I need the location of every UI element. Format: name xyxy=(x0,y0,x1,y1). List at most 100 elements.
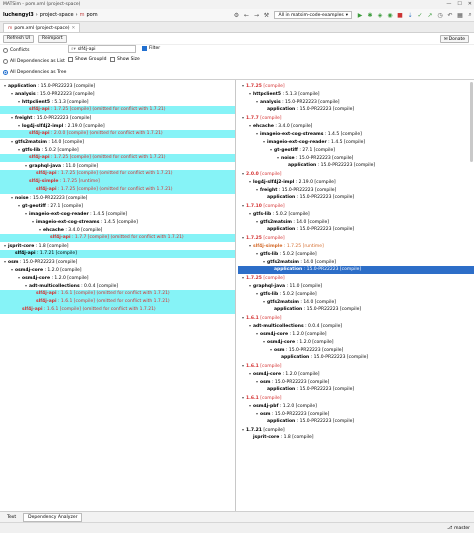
tree-row[interactable]: ▾ slf4j-simple : 1.7.25 [runtime] xyxy=(238,242,474,250)
tree-row[interactable]: application : 15.0-PR22223 [compile] xyxy=(238,162,474,170)
tree-row[interactable]: ▾ osm : 15.0-PR22223 [compile] xyxy=(238,410,474,418)
reimport-button[interactable]: Reimport xyxy=(38,34,67,43)
tree-row[interactable]: slf4j-api : 1.7.25 [compile] (omitted fo… xyxy=(0,154,235,162)
tree-row[interactable]: ▾ osm : 15.0-PR22223 [compile] xyxy=(0,258,235,266)
tree-row[interactable]: ▾ osm4j-core : 1.2.0 [compile] xyxy=(238,338,474,346)
tree-row[interactable]: ▾ application : 15.0-PR22223 [compile] xyxy=(0,82,235,90)
filter-checkbox[interactable] xyxy=(142,46,147,51)
tree-row[interactable]: ▾ gtfs-lib : 5.0.2 [compile] xyxy=(238,210,474,218)
tree-row[interactable]: ▾ graphql-java : 11.0 [compile] xyxy=(238,282,474,290)
tree-row[interactable]: ▾ osm : 15.0-PR22223 [compile] xyxy=(238,346,474,354)
tree-row[interactable]: application : 15.0-PR22223 [compile] xyxy=(238,226,474,234)
tree-row[interactable]: ▾ gtfs-lib : 5.0.2 [compile] xyxy=(238,250,474,258)
vcs-commit-icon[interactable]: ✓ xyxy=(416,11,424,19)
profile-icon[interactable]: ◉ xyxy=(386,11,394,19)
tree-row[interactable]: ▾ osm4j-core : 1.2.0 [compile] xyxy=(238,330,474,338)
tree-row[interactable]: ▾ 1.6.1 [compile] xyxy=(238,394,474,402)
tab-pom-xml[interactable]: m pom.xml (project-space) ✕ xyxy=(3,23,81,32)
tree-row[interactable]: ▾ 1.6.1 [compile] xyxy=(238,362,474,370)
tree-row[interactable]: ▾ osm : 15.0-PR22223 [compile] xyxy=(238,378,474,386)
usage-tree-pane[interactable]: ▾ 1.7.25 [compile] ▾ httpclient5 : 5.1.3 [c… xyxy=(238,80,474,512)
tree-row[interactable]: ▾ osm4j-core : 1.2.0 [compile] xyxy=(238,370,474,378)
tree-row[interactable]: ▾ gtfs2matsim : 14.0 [compile] xyxy=(238,218,474,226)
tree-row[interactable]: slf4j-api : 1.7.7 [compile] (omitted for… xyxy=(0,234,235,242)
dependency-tree-pane[interactable]: ▾ application : 15.0-PR22223 [compile] ▾ an… xyxy=(0,80,236,512)
tree-row[interactable]: application : 15.0-PR22223 [compile] xyxy=(238,354,474,362)
breadcrumb-project[interactable]: luchengyl3 xyxy=(3,12,34,18)
tree-row[interactable]: ▾ ehcache : 3.4.0 [compile] xyxy=(0,226,235,234)
tree-row[interactable]: ▾ jsprit-core : 1.8 [compile] xyxy=(0,242,235,250)
tree-row[interactable]: ▾ imageio-ext-cog-reader : 1.4.5 [compile… xyxy=(238,138,474,146)
tree-row[interactable]: ▾ 1.7.21 [compile] xyxy=(238,426,474,434)
tree-row[interactable]: ▾ osm4j-core : 1.2.0 [compile] xyxy=(0,274,235,282)
tree-row[interactable]: ▾ log4j-slf4j2-impl : 2.19.0 [compile] xyxy=(238,178,474,186)
tree-row[interactable]: ▾ 1.7.25 [compile] xyxy=(238,274,474,282)
tree-row[interactable]: ▾ 1.6.1 [compile] xyxy=(238,314,474,322)
show-size-checkbox[interactable] xyxy=(110,57,115,62)
tree-row[interactable]: ▾ httpclient5 : 5.1.3 [compile] xyxy=(238,90,474,98)
stop-icon[interactable]: ■ xyxy=(396,11,404,19)
tree-row[interactable]: application : 15.0-PR22223 [compile] xyxy=(238,266,474,274)
tree-row[interactable]: ▾ freight : 15.0-PR22223 [compile] xyxy=(238,186,474,194)
tree-row[interactable]: ▾ 1.7.7 [compile] xyxy=(238,114,474,122)
vcs-update-icon[interactable]: ⇣ xyxy=(406,11,414,19)
tree-row[interactable]: slf4j-api : 1.7.21 [compile] xyxy=(0,250,235,258)
breadcrumb-project-space[interactable]: project-space xyxy=(40,12,74,18)
tree-row[interactable]: ▾ adt-multicollections : 0.0.4 [compile] xyxy=(238,322,474,330)
debug-icon[interactable]: ✱ xyxy=(366,11,374,19)
tree-row[interactable]: ▾ gtfs-lib : 5.0.2 [compile] xyxy=(0,146,235,154)
tab-dependency-analyzer[interactable]: Dependency Analyzer xyxy=(23,512,83,522)
settings-icon[interactable]: ⚙ xyxy=(232,11,240,19)
hammer-icon[interactable]: ⚒ xyxy=(262,11,270,19)
search-everywhere-icon[interactable]: ⌕ xyxy=(466,11,474,19)
run-icon[interactable]: ▶ xyxy=(356,11,364,19)
tree-row[interactable]: application : 15.0-PR22223 [compile] xyxy=(238,106,474,114)
tree-row[interactable]: ▾ imageio-ext-cog-streams : 1.4.5 [compil… xyxy=(238,130,474,138)
tree-row[interactable]: ▾ 1.7.25 [compile] xyxy=(238,82,474,90)
tree-row[interactable]: ▾ osm4j-pbf : 1.2.0 [compile] xyxy=(238,402,474,410)
tree-row[interactable]: application : 15.0-PR22223 [compile] xyxy=(238,194,474,202)
show-groupid-checkbox[interactable] xyxy=(68,57,73,62)
tree-row[interactable]: ▾ osm4j-core : 1.2.0 [compile] xyxy=(0,266,235,274)
tree-row[interactable]: ▾ graphql-java : 11.0 [compile] xyxy=(0,162,235,170)
tree-row[interactable]: slf4j-api : 1.6.1 [compile] (omitted for… xyxy=(0,306,235,314)
run-configuration-select[interactable]: All in matsim-code-examples ▾ xyxy=(274,11,352,19)
tab-text[interactable]: Text xyxy=(3,513,20,522)
tree-row[interactable]: ▾ log4j-slf4j2-impl : 2.19.0 [compile] xyxy=(0,122,235,130)
close-icon[interactable]: ✕ xyxy=(468,1,472,7)
tree-row[interactable]: slf4j-simple : 1.7.25 [runtime] xyxy=(0,178,235,186)
tree-row[interactable]: ▾ httpclient5 : 5.1.3 [compile] xyxy=(0,98,235,106)
search-input[interactable]: ⌕▾ slf4j-api xyxy=(68,45,136,53)
donate-button[interactable]: ✉ Donate xyxy=(439,35,469,43)
tree-row[interactable]: slf4j-api : 1.7.25 [compile] (omitted fo… xyxy=(0,170,235,178)
all-dependencies-list-radio[interactable] xyxy=(3,58,8,64)
tree-row[interactable]: application : 15.0-PR22223 [compile] xyxy=(238,306,474,314)
tree-row[interactable]: jsprit-core : 1.8 [compile] xyxy=(238,434,474,442)
tree-row[interactable]: application : 15.0-PR22223 [compile] xyxy=(238,418,474,426)
tree-row[interactable]: ▾ freight : 15.0-PR22223 [compile] xyxy=(0,114,235,122)
vcs-push-icon[interactable]: ↗ xyxy=(426,11,434,19)
tree-row[interactable]: ▾ gt-geotiff : 27.1 [compile] xyxy=(0,202,235,210)
tree-row[interactable]: ▾ analysis : 15.0-PR22223 [compile] xyxy=(238,98,474,106)
tree-row[interactable]: slf4j-api : 2.0.0 [compile] (omitted for… xyxy=(0,130,235,138)
tree-row[interactable]: ▾ ehcache : 3.4.0 [compile] xyxy=(238,122,474,130)
tree-row[interactable]: ▾ 1.7.10 [compile] xyxy=(238,202,474,210)
git-branch[interactable]: master xyxy=(454,526,470,531)
tree-row[interactable]: application : 15.0-PR22223 [compile] xyxy=(238,386,474,394)
rollback-icon[interactable]: ↶ xyxy=(446,11,454,19)
tree-row[interactable]: slf4j-api : 1.7.25 [compile] (omitted fo… xyxy=(0,186,235,194)
conflicts-radio[interactable] xyxy=(3,47,8,53)
forward-arrow-icon[interactable]: → xyxy=(252,11,260,19)
tree-row[interactable]: ▾ gtfs2matsim : 14.0 [compile] xyxy=(0,138,235,146)
history-icon[interactable]: ◷ xyxy=(436,11,444,19)
tree-row[interactable]: ▾ analysis : 15.0-PR22223 [compile] xyxy=(0,90,235,98)
tree-row[interactable]: slf4j-api : 1.6.1 [compile] (omitted for… xyxy=(0,298,235,306)
refresh-ui-button[interactable]: Refresh UI xyxy=(3,34,35,43)
tree-row[interactable]: ▾ gtfs2matsim : 14.0 [compile] xyxy=(238,258,474,266)
tree-row[interactable]: ▾ gtfs-lib : 5.0.2 [compile] xyxy=(238,290,474,298)
tree-row[interactable]: ▾ imageio-ext-cog-reader : 1.4.5 [compile… xyxy=(0,210,235,218)
tree-row[interactable]: ▾ noise : 15.0-PR22223 [compile] xyxy=(0,194,235,202)
tree-row[interactable]: slf4j-api : 1.7.25 [compile] (omitted fo… xyxy=(0,106,235,114)
tree-row[interactable]: ▾ gt-geotiff : 27.1 [compile] xyxy=(238,146,474,154)
project-structure-icon[interactable]: ▦ xyxy=(456,11,464,19)
